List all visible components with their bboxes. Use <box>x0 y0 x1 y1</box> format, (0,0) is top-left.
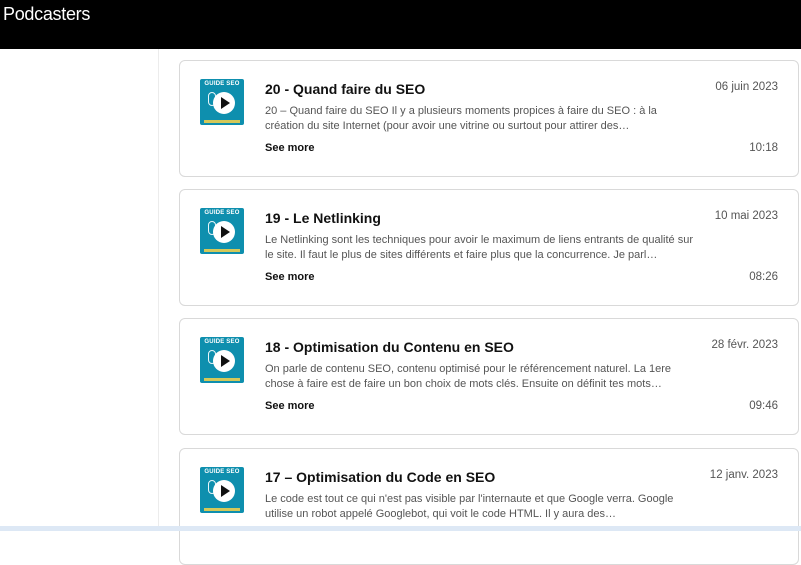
cover-label: GUIDE SEO <box>204 339 240 345</box>
cover-footer <box>204 378 240 381</box>
see-more-button[interactable]: See more <box>265 271 315 283</box>
play-icon[interactable] <box>213 480 235 502</box>
see-more-button[interactable]: See more <box>265 400 315 412</box>
cover-footer <box>204 120 240 123</box>
episode-title[interactable]: 19 - Le Netlinking <box>265 210 381 226</box>
episode-duration: 08:26 <box>749 271 778 283</box>
cover-label: GUIDE SEO <box>204 469 240 475</box>
play-icon[interactable] <box>213 221 235 243</box>
cover-footer <box>204 249 240 252</box>
episode-card[interactable]: GUIDE SEO 20 - Quand faire du SEO 06 jui… <box>179 60 799 177</box>
cover-label: GUIDE SEO <box>204 81 240 87</box>
episode-date: 28 févr. 2023 <box>711 339 779 351</box>
brand-logo[interactable]: Podcasters <box>3 4 90 25</box>
episode-cover[interactable]: GUIDE SEO <box>200 208 244 254</box>
episode-card[interactable]: GUIDE SEO 17 – Optimisation du Code en S… <box>179 448 799 565</box>
episode-description: Le code est tout ce qui n'est pas visibl… <box>265 493 674 520</box>
play-icon[interactable] <box>213 350 235 372</box>
episode-title[interactable]: 18 - Optimisation du Contenu en SEO <box>265 339 514 355</box>
cover-label: GUIDE SEO <box>204 210 240 216</box>
episode-description: On parle de contenu SEO, contenu optimis… <box>265 363 672 390</box>
episode-cover[interactable]: GUIDE SEO <box>200 79 244 125</box>
episode-date: 06 juin 2023 <box>715 81 778 93</box>
cover-footer <box>204 508 240 511</box>
episode-cover[interactable]: GUIDE SEO <box>200 467 244 513</box>
top-bar: Podcasters <box>0 0 801 49</box>
episode-date: 10 mai 2023 <box>714 210 778 222</box>
episode-cover[interactable]: GUIDE SEO <box>200 337 244 383</box>
episode-title[interactable]: 17 – Optimisation du Code en SEO <box>265 469 495 485</box>
play-icon[interactable] <box>213 92 235 114</box>
sidebar-divider <box>158 49 159 531</box>
episode-date: 12 janv. 2023 <box>709 469 778 481</box>
episode-description: Le Netlinking sont les techniques pour a… <box>265 234 694 261</box>
episode-card[interactable]: GUIDE SEO 18 - Optimisation du Contenu e… <box>179 318 799 435</box>
episode-duration: 10:18 <box>749 142 778 154</box>
episode-card[interactable]: GUIDE SEO 19 - Le Netlinking 10 mai 2023… <box>179 189 799 306</box>
episode-title[interactable]: 20 - Quand faire du SEO <box>265 81 425 97</box>
bottom-scroll-strip <box>0 526 801 531</box>
see-more-button[interactable]: See more <box>265 142 315 154</box>
episode-description: 20 – Quand faire du SEO Il y a plusieurs… <box>265 105 657 132</box>
episode-duration: 09:46 <box>749 400 778 412</box>
